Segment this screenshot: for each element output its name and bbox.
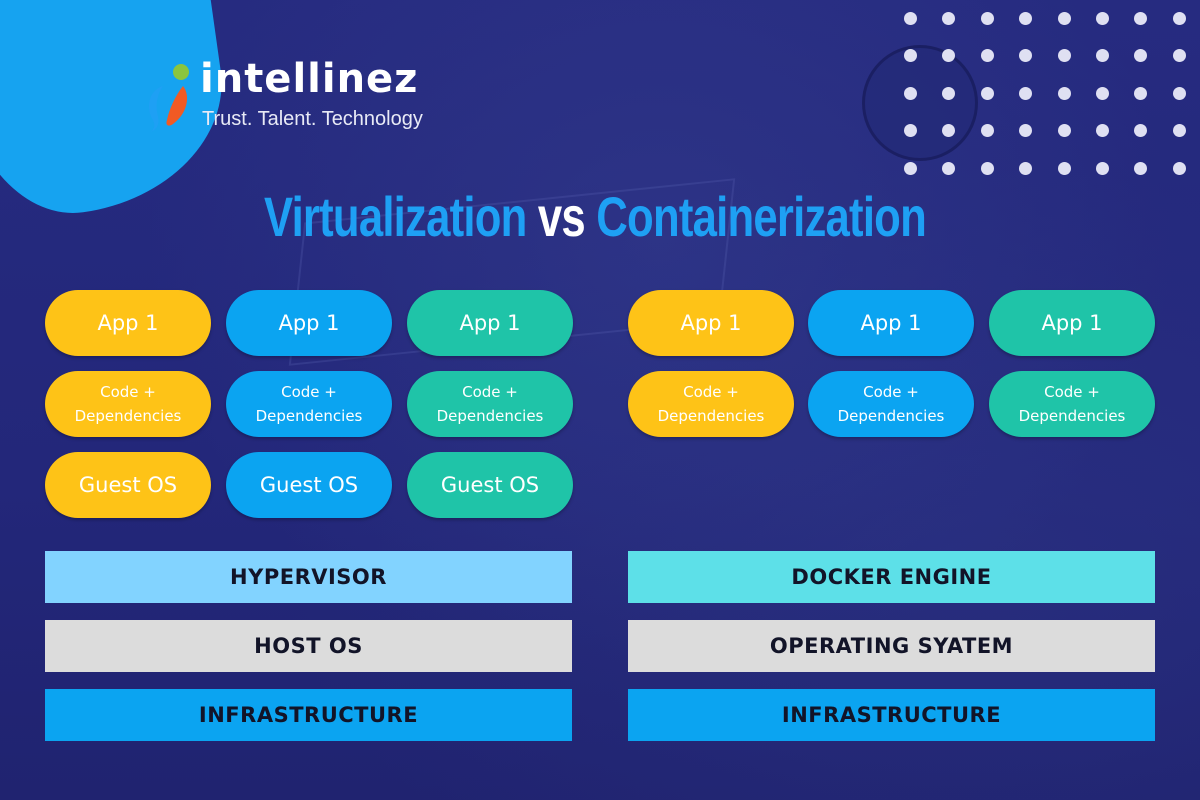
decorative-dot xyxy=(1057,12,1071,25)
decorative-dot xyxy=(1057,49,1071,63)
decorative-dot xyxy=(942,124,956,138)
decorative-dot xyxy=(1019,12,1033,25)
vm2-code-pill: Code + Dependencies xyxy=(226,371,392,437)
decorative-dot xyxy=(1096,124,1109,138)
page-title: Virtualization vs Containerization xyxy=(131,182,1059,252)
vm1-code-pill: Code + Dependencies xyxy=(45,371,211,437)
brand-name: intellinez xyxy=(200,56,419,102)
container3-code-pill: Code + Dependencies xyxy=(989,371,1155,437)
decorative-dot xyxy=(1172,124,1186,138)
decorative-dot xyxy=(980,12,994,25)
decorative-dot xyxy=(980,49,994,63)
decorative-dot xyxy=(904,124,917,138)
decorative-dot xyxy=(1134,86,1148,100)
hypervisor-layer: HYPERVISOR xyxy=(45,551,572,603)
decorative-dot xyxy=(1172,49,1186,63)
decorative-dot xyxy=(942,161,956,175)
vm3-code-pill: Code + Dependencies xyxy=(407,371,573,437)
decorative-dot xyxy=(1134,49,1148,63)
container2-app-pill: App 1 xyxy=(808,290,974,356)
vm1-app-pill: App 1 xyxy=(45,290,211,356)
decorative-dot xyxy=(1134,161,1148,175)
docker-engine-layer: DOCKER ENGINE xyxy=(628,551,1155,603)
container2-code-pill: Code + Dependencies xyxy=(808,371,974,437)
decorative-dot xyxy=(1172,86,1186,100)
operating-system-layer: OPERATING SYATEM xyxy=(628,620,1155,672)
decorative-dot xyxy=(980,161,994,175)
container1-app-pill: App 1 xyxy=(628,290,794,356)
decorative-dot xyxy=(1019,161,1033,175)
decorative-dot xyxy=(904,161,917,175)
vm2-guest-os-pill: Guest OS xyxy=(226,452,392,518)
vm3-guest-os-pill: Guest OS xyxy=(407,452,573,518)
decorative-dot xyxy=(904,86,917,100)
decorative-dot xyxy=(1019,49,1033,63)
decorative-dot xyxy=(1057,124,1071,138)
decorative-dot xyxy=(980,124,994,138)
decorative-dot xyxy=(1096,49,1109,63)
decorative-dot xyxy=(942,86,956,100)
decorative-dot xyxy=(942,12,956,25)
decorative-dot xyxy=(1172,12,1186,25)
title-containerization: Containerization xyxy=(596,185,926,248)
decorative-dot xyxy=(904,49,917,63)
title-virtualization: Virtualization xyxy=(264,185,527,248)
dot-grid-decoration xyxy=(904,12,1194,182)
vm2-app-pill: App 1 xyxy=(226,290,392,356)
decorative-dot xyxy=(1134,124,1148,138)
vm1-guest-os-pill: Guest OS xyxy=(45,452,211,518)
title-vs: vs xyxy=(537,185,586,248)
container1-code-pill: Code + Dependencies xyxy=(628,371,794,437)
vm-infrastructure-layer: INFRASTRUCTURE xyxy=(45,689,572,741)
decorative-dot xyxy=(1134,12,1148,25)
intellinez-logo-icon xyxy=(148,64,189,132)
host-os-layer: HOST OS xyxy=(45,620,572,672)
decorative-dot xyxy=(1057,161,1071,175)
decorative-dot xyxy=(980,86,994,100)
decorative-dot xyxy=(1019,86,1033,100)
decorative-dot xyxy=(1096,161,1109,175)
vm3-app-pill: App 1 xyxy=(407,290,573,356)
container3-app-pill: App 1 xyxy=(989,290,1155,356)
decorative-dot xyxy=(904,12,917,25)
container-infrastructure-layer: INFRASTRUCTURE xyxy=(628,689,1155,741)
decorative-dot xyxy=(1057,86,1071,100)
decorative-dot xyxy=(942,49,956,63)
decorative-dot xyxy=(1172,161,1186,175)
brand-tagline: Trust. Talent. Technology xyxy=(202,108,423,130)
decorative-dot xyxy=(1019,124,1033,138)
decorative-dot xyxy=(1096,12,1109,25)
decorative-dot xyxy=(1096,86,1109,100)
